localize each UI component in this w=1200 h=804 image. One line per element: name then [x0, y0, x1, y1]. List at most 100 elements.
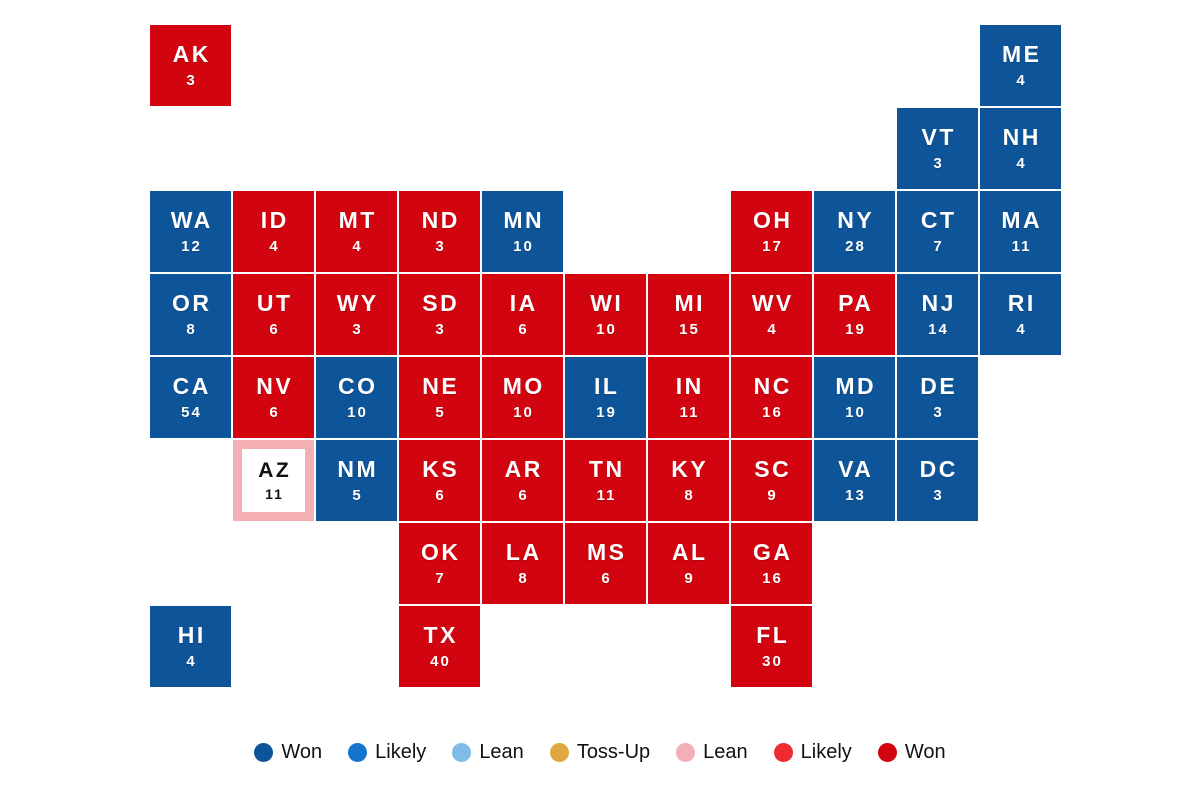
state-cell-la[interactable]: LA 8: [482, 523, 563, 604]
state-cell-dc[interactable]: DC 3: [897, 440, 978, 521]
state-abbreviation: TX: [423, 622, 458, 648]
state-abbreviation: MN: [503, 207, 545, 233]
state-cell-de[interactable]: DE 3: [897, 357, 978, 438]
state-electoral-votes: 28: [845, 238, 866, 255]
state-cell-or[interactable]: OR 8: [150, 274, 231, 355]
state-electoral-votes: 11: [265, 486, 284, 502]
state-cell-nd[interactable]: ND 3: [399, 191, 480, 272]
state-cell-ne[interactable]: NE 5: [399, 357, 480, 438]
state-cell-mt[interactable]: MT 4: [316, 191, 397, 272]
legend-label: Toss-Up: [576, 741, 651, 763]
state-abbreviation: VT: [921, 124, 956, 150]
state-abbreviation: AZ: [258, 459, 292, 482]
state-cell-wy[interactable]: WY 3: [316, 274, 397, 355]
state-electoral-votes: 7: [435, 570, 446, 587]
state-abbreviation: FL: [756, 622, 790, 648]
state-cell-ar[interactable]: AR 6: [482, 440, 563, 521]
state-abbreviation: SC: [754, 456, 792, 482]
state-abbreviation: NH: [1002, 124, 1041, 150]
state-cell-il[interactable]: IL 19: [565, 357, 646, 438]
state-cell-ut[interactable]: UT 6: [233, 274, 314, 355]
state-cell-tx[interactable]: TX 40: [399, 606, 480, 687]
state-cell-ga[interactable]: GA 16: [731, 523, 812, 604]
state-electoral-votes: 14: [928, 321, 949, 338]
state-cell-sc[interactable]: SC 9: [731, 440, 812, 521]
state-abbreviation: KY: [671, 456, 709, 482]
state-cell-pa[interactable]: PA 19: [814, 274, 895, 355]
state-cell-mo[interactable]: MO 10: [482, 357, 563, 438]
state-electoral-votes: 6: [269, 404, 280, 421]
state-cell-fl[interactable]: FL 30: [731, 606, 812, 687]
state-abbreviation: CA: [172, 373, 211, 399]
state-electoral-votes: 3: [186, 72, 197, 89]
legend-swatch-icon: [773, 742, 793, 762]
state-cell-in[interactable]: IN 11: [648, 357, 729, 438]
state-cell-ok[interactable]: OK 7: [399, 523, 480, 604]
state-electoral-votes: 11: [1011, 238, 1032, 255]
state-electoral-votes: 6: [518, 487, 529, 504]
state-cell-ri[interactable]: RI 4: [980, 274, 1061, 355]
state-cell-sd[interactable]: SD 3: [399, 274, 480, 355]
state-abbreviation: OR: [172, 290, 212, 316]
state-electoral-votes: 3: [933, 487, 944, 504]
state-cell-md[interactable]: MD 10: [814, 357, 895, 438]
state-electoral-votes: 3: [352, 321, 363, 338]
state-cell-nc[interactable]: NC 16: [731, 357, 812, 438]
state-cell-nh[interactable]: NH 4: [980, 108, 1061, 189]
state-cell-hi[interactable]: HI 4: [150, 606, 231, 687]
legend-item-democrat-lean[interactable]: Lean: [452, 742, 524, 762]
state-cell-mn[interactable]: MN 10: [482, 191, 563, 272]
state-electoral-votes: 16: [762, 404, 783, 421]
state-cell-ca[interactable]: CA 54: [150, 357, 231, 438]
legend-item-democrat-likely[interactable]: Likely: [348, 742, 426, 762]
state-cell-az[interactable]: AZ 11: [233, 440, 314, 521]
state-abbreviation: MS: [587, 539, 627, 565]
state-abbreviation: ID: [260, 207, 289, 233]
state-cell-nm[interactable]: NM 5: [316, 440, 397, 521]
state-cell-ct[interactable]: CT 7: [897, 191, 978, 272]
state-cell-vt[interactable]: VT 3: [897, 108, 978, 189]
state-cell-ny[interactable]: NY 28: [814, 191, 895, 272]
state-cell-al[interactable]: AL 9: [648, 523, 729, 604]
legend-item-neutral-toss-up[interactable]: Toss-Up: [549, 741, 651, 763]
legend-item-republican-lean[interactable]: Lean: [676, 742, 748, 762]
state-cell-ia[interactable]: IA 6: [482, 274, 563, 355]
state-cell-nv[interactable]: NV 6: [233, 357, 314, 438]
state-cell-oh[interactable]: OH 17: [731, 191, 812, 272]
state-cell-co[interactable]: CO 10: [316, 357, 397, 438]
legend-label: Likely: [375, 741, 427, 763]
state-cell-wi[interactable]: WI 10: [565, 274, 646, 355]
state-abbreviation: NM: [337, 456, 379, 482]
state-cell-ms[interactable]: MS 6: [565, 523, 646, 604]
state-abbreviation: SD: [422, 290, 460, 316]
state-cell-mi[interactable]: MI 15: [648, 274, 729, 355]
legend-item-republican-likely[interactable]: Likely: [773, 741, 852, 763]
state-cell-ma[interactable]: MA 11: [980, 191, 1061, 272]
state-electoral-votes: 4: [352, 238, 363, 255]
legend-swatch-icon: [549, 742, 569, 762]
state-cell-wv[interactable]: WV 4: [731, 274, 812, 355]
legend-item-democrat-won[interactable]: Won: [254, 742, 322, 762]
state-cell-me[interactable]: ME 4: [980, 25, 1061, 106]
state-electoral-votes: 12: [181, 238, 202, 255]
state-electoral-votes: 4: [767, 321, 778, 338]
state-cell-ky[interactable]: KY 8: [648, 440, 729, 521]
state-electoral-votes: 4: [269, 238, 280, 255]
legend-item-republican-won[interactable]: Won: [877, 742, 946, 762]
state-cell-ks[interactable]: KS 6: [399, 440, 480, 521]
state-abbreviation: ME: [1002, 41, 1042, 67]
state-abbreviation: RI: [1007, 290, 1036, 316]
legend-swatch-icon: [348, 742, 368, 762]
state-cell-id[interactable]: ID 4: [233, 191, 314, 272]
state-cell-va[interactable]: VA 13: [814, 440, 895, 521]
state-electoral-votes: 17: [762, 238, 783, 255]
state-cell-nj[interactable]: NJ 14: [897, 274, 978, 355]
legend-label: Likely: [800, 741, 852, 763]
state-electoral-votes: 4: [1016, 321, 1027, 338]
state-cell-wa[interactable]: WA 12: [150, 191, 231, 272]
state-cell-tn[interactable]: TN 11: [565, 440, 646, 521]
state-cell-ak[interactable]: AK 3: [150, 25, 231, 106]
state-abbreviation: NJ: [921, 290, 956, 316]
state-electoral-votes: 8: [518, 570, 529, 587]
state-abbreviation: VA: [838, 456, 874, 482]
